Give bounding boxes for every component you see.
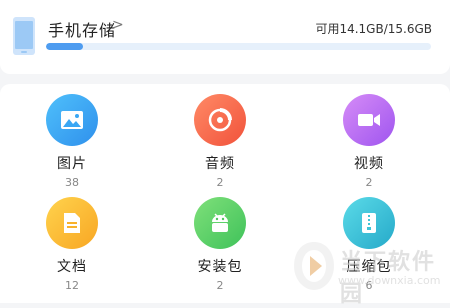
android-icon — [194, 197, 246, 249]
category-video[interactable]: 视频 2 — [314, 94, 424, 189]
storage-title[interactable]: 手机存储 — [48, 17, 116, 41]
category-count: 38 — [65, 176, 79, 189]
video-camera-icon — [343, 94, 395, 146]
category-apk[interactable]: 安装包 2 — [165, 197, 275, 292]
document-icon — [46, 197, 98, 249]
category-count: 2 — [365, 176, 373, 189]
phone-icon — [13, 17, 35, 55]
category-count: 2 — [216, 176, 224, 189]
image-icon — [46, 94, 98, 146]
category-label: 图片 — [57, 156, 87, 172]
category-label: 视频 — [354, 156, 384, 172]
category-audio[interactable]: 音频 2 — [165, 94, 275, 189]
category-images[interactable]: 图片 38 — [17, 94, 127, 189]
category-documents[interactable]: 文档 12 — [17, 197, 127, 292]
category-label: 音频 — [205, 156, 235, 172]
storage-usage-text: 可用14.1GB/15.6GB — [315, 22, 432, 36]
category-count: 2 — [216, 279, 224, 292]
storage-progress-fill — [46, 43, 83, 50]
category-count: 12 — [65, 279, 79, 292]
storage-progress-bar — [46, 43, 431, 50]
watermark: 当下软件园 www.downxia.com — [292, 238, 442, 307]
watermark-url: www.downxia.com — [338, 274, 441, 287]
category-label: 文档 — [57, 259, 87, 275]
music-disc-icon — [194, 94, 246, 146]
storage-card[interactable]: 手机存储 > 可用14.1GB/15.6GB — [0, 0, 450, 74]
watermark-logo-icon — [294, 242, 334, 290]
chevron-right-icon[interactable]: > — [112, 17, 124, 33]
category-label: 安装包 — [197, 259, 243, 275]
